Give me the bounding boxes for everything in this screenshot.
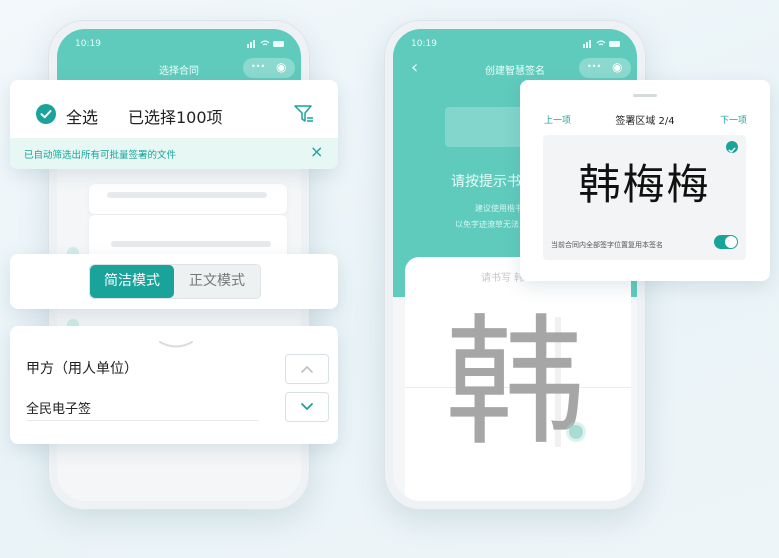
status-icons	[583, 39, 621, 51]
tab-text-mode[interactable]: 正文模式	[174, 265, 260, 298]
mode-switch-card: 简洁模式 正文模式	[10, 254, 338, 309]
writing-pad[interactable]: 请书写 韩 韩	[405, 257, 631, 501]
target-icon[interactable]: ◉	[612, 60, 622, 74]
close-icon[interactable]: ×	[310, 142, 323, 161]
banner-text: 已自动筛选出所有可批量签署的文件	[24, 150, 177, 161]
select-all-label[interactable]: 全选	[66, 104, 98, 128]
reuse-toggle[interactable]	[714, 235, 738, 249]
select-all-checkbox[interactable]	[36, 104, 56, 124]
placeholder-line	[111, 241, 271, 247]
chevron-up-icon	[301, 366, 313, 373]
placeholder-line	[107, 192, 267, 198]
target-icon[interactable]: ◉	[276, 60, 286, 74]
signature-area-card: 上一项 签署区域 2/4 下一项 韩梅梅 当前合同内全部签字位置复用本签名	[520, 80, 770, 281]
mini-program-capsule[interactable]: ••• ◉	[579, 58, 631, 78]
signature-text: 韩梅梅	[578, 160, 711, 209]
signature-preview[interactable]: 韩梅梅 当前合同内全部签字位置复用本签名	[543, 135, 746, 260]
move-up-button[interactable]	[285, 354, 329, 384]
move-down-button[interactable]	[285, 392, 329, 422]
write-label: 请书写 韩	[481, 273, 525, 284]
check-icon	[40, 110, 52, 119]
reuse-label: 当前合同内全部签字位置复用本签名	[551, 241, 663, 249]
status-icons	[247, 39, 285, 51]
tab-simple-mode[interactable]: 简洁模式	[90, 265, 174, 298]
more-icon[interactable]: •••	[587, 62, 601, 71]
chevron-down-icon	[301, 403, 313, 410]
party-card: 甲方（用人单位） 全民电子签	[10, 326, 338, 444]
party-value: 全民电子签	[26, 402, 92, 417]
select-all-card: 全选 已选择100项 已自动筛选出所有可批量签署的文件 ×	[10, 80, 338, 169]
next-item-link[interactable]: 下一项	[720, 113, 747, 126]
card-grabber	[633, 94, 657, 97]
party-value-underline	[26, 420, 258, 421]
party-label: 甲方（用人单位）	[26, 361, 138, 377]
status-time: 10:19	[411, 39, 437, 49]
drag-handle[interactable]	[158, 336, 194, 355]
filter-icon[interactable]	[292, 102, 316, 130]
traced-character: 韩	[445, 302, 586, 465]
pen-cursor-icon	[569, 425, 583, 439]
list-item[interactable]	[89, 184, 287, 214]
hint-line-1: 建议使用楷书	[475, 204, 523, 213]
mode-toggle: 简洁模式 正文模式	[89, 264, 261, 299]
more-icon[interactable]: •••	[251, 62, 265, 71]
status-time: 10:19	[75, 39, 101, 49]
hint-line-2: 以免字迹潦草无法	[455, 220, 519, 229]
auto-filter-banner: 已自动筛选出所有可批量签署的文件 ×	[10, 138, 338, 169]
toggle-knob	[725, 236, 737, 248]
selected-count: 已选择100项	[128, 108, 223, 127]
mini-program-capsule[interactable]: ••• ◉	[243, 58, 295, 78]
